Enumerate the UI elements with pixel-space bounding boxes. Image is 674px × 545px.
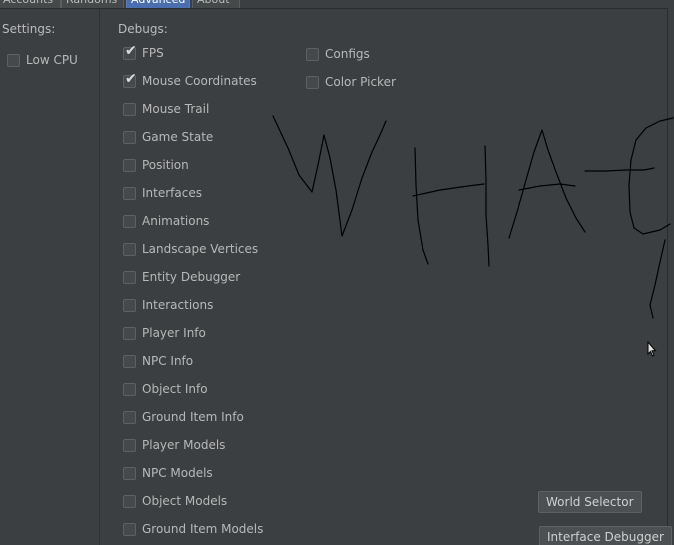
fps-checkbox[interactable]: ✔ FPS [123, 44, 164, 62]
object-models-checkbox[interactable]: Object Models [123, 492, 227, 510]
mouse-cursor-icon [647, 340, 657, 357]
ground-item-models-label: Ground Item Models [142, 522, 264, 536]
checkbox-box[interactable]: ✔ [123, 42, 137, 60]
player-info-checkbox[interactable]: Player Info [123, 324, 206, 342]
interfaces-checkbox[interactable]: Interfaces [123, 184, 202, 202]
npc-info-label: NPC Info [142, 354, 194, 368]
tab-advanced[interactable]: Advanced [126, 0, 190, 8]
checkbox-box[interactable] [7, 53, 20, 67]
low-cpu-checkbox[interactable]: Low CPU [7, 51, 78, 69]
checkbox-box[interactable] [123, 102, 136, 116]
checkbox-box[interactable] [123, 494, 136, 508]
tab-accounts[interactable]: Accounts [0, 0, 61, 8]
checkbox-box[interactable] [123, 130, 136, 144]
checkbox-box[interactable] [123, 270, 136, 284]
configs-label: Configs [325, 47, 370, 61]
position-checkbox[interactable]: Position [123, 156, 189, 174]
checkbox-box[interactable] [306, 47, 319, 61]
animations-label: Animations [142, 214, 210, 228]
animations-checkbox[interactable]: Animations [123, 212, 209, 230]
entity-debugger-checkbox[interactable]: Entity Debugger [123, 268, 240, 286]
ground-item-info-checkbox[interactable]: Ground Item Info [123, 408, 244, 426]
color-picker-checkbox[interactable]: Color Picker [306, 73, 396, 91]
tab-randoms[interactable]: Randoms [61, 0, 124, 8]
debugs-panel: Debugs: ✔ FPS ✔ Mouse Coordinates Mouse Trai… [100, 9, 672, 545]
tab-about[interactable]: About [192, 0, 240, 8]
checkbox-box[interactable] [123, 214, 136, 228]
interface-debugger-button[interactable]: Interface Debugger [539, 526, 672, 545]
object-models-label: Object Models [142, 494, 228, 508]
mouse-trail-label: Mouse Trail [142, 102, 210, 116]
object-info-label: Object Info [142, 382, 208, 396]
ground-item-models-checkbox[interactable]: Ground Item Models [123, 520, 263, 538]
interactions-checkbox[interactable]: Interactions [123, 296, 213, 314]
checkbox-box[interactable] [123, 158, 136, 172]
npc-models-label: NPC Models [142, 466, 213, 480]
game-state-checkbox[interactable]: Game State [123, 128, 213, 146]
world-selector-button[interactable]: World Selector [538, 491, 642, 513]
checkbox-box[interactable] [123, 382, 136, 396]
ground-item-info-label: Ground Item Info [142, 410, 244, 424]
checkbox-box[interactable] [306, 75, 319, 89]
tab-bar: Accounts Randoms Advanced About [0, 0, 674, 8]
checkbox-box[interactable] [123, 410, 136, 424]
checkbox-box[interactable] [123, 298, 136, 312]
mouse-coordinates-checkbox[interactable]: ✔ Mouse Coordinates [123, 72, 257, 90]
entity-debugger-label: Entity Debugger [142, 270, 241, 284]
player-info-label: Player Info [142, 326, 206, 340]
npc-models-checkbox[interactable]: NPC Models [123, 464, 213, 482]
checkbox-box[interactable]: ✔ [123, 70, 137, 88]
player-models-checkbox[interactable]: Player Models [123, 436, 225, 454]
npc-info-checkbox[interactable]: NPC Info [123, 352, 193, 370]
configs-checkbox[interactable]: Configs [306, 45, 370, 63]
mouse-coordinates-label: Mouse Coordinates [142, 74, 257, 88]
checkbox-box[interactable] [123, 354, 136, 368]
settings-panel: Settings: Low CPU [0, 9, 100, 545]
checkbox-box[interactable] [123, 326, 136, 340]
checkmark-icon: ✔ [125, 70, 137, 87]
position-label: Position [142, 158, 189, 172]
landscape-vertices-checkbox[interactable]: Landscape Vertices [123, 240, 258, 258]
settings-label: Settings: [2, 22, 56, 36]
checkbox-box[interactable] [123, 466, 136, 480]
checkmark-icon: ✔ [125, 42, 137, 59]
mouse-trail-checkbox[interactable]: Mouse Trail [123, 100, 209, 118]
interactions-label: Interactions [142, 298, 214, 312]
checkbox-box[interactable] [123, 438, 136, 452]
object-info-checkbox[interactable]: Object Info [123, 380, 208, 398]
checkbox-box[interactable] [123, 186, 136, 200]
player-models-label: Player Models [142, 438, 226, 452]
checkbox-box[interactable] [123, 242, 136, 256]
landscape-vertices-label: Landscape Vertices [142, 242, 259, 256]
debugs-label: Debugs: [118, 22, 168, 36]
checkbox-box[interactable] [123, 522, 136, 536]
interfaces-label: Interfaces [142, 186, 202, 200]
fps-label: FPS [142, 46, 164, 60]
color-picker-label: Color Picker [325, 75, 396, 89]
game-state-label: Game State [142, 130, 214, 144]
low-cpu-label: Low CPU [26, 53, 78, 67]
